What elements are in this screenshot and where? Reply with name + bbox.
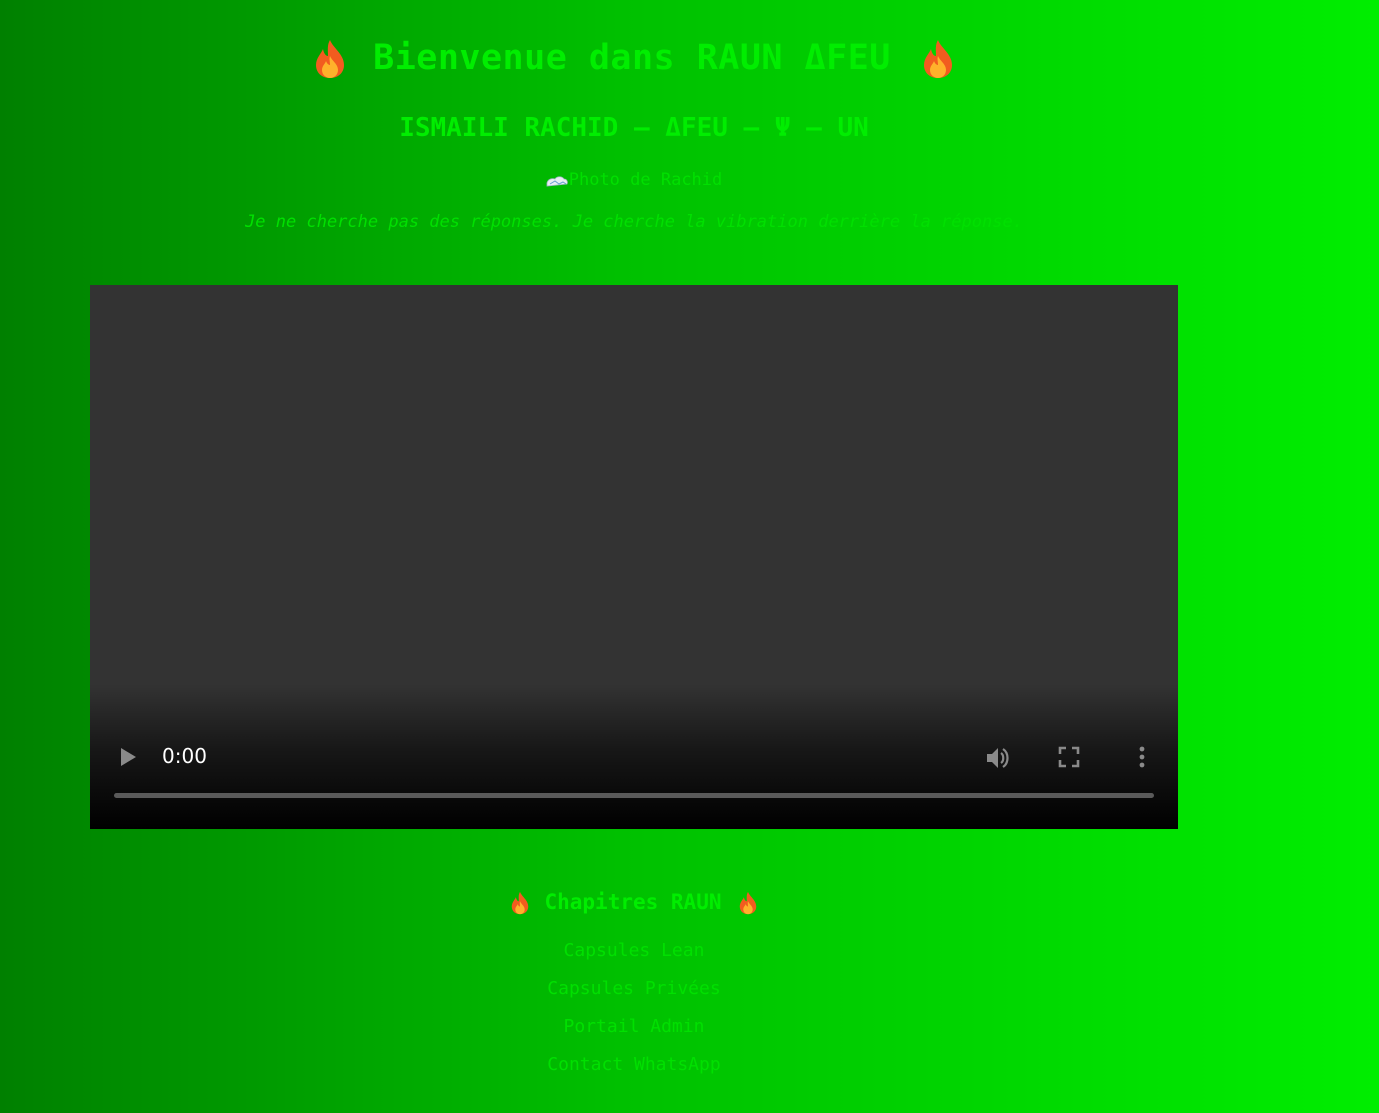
video-player[interactable]: 0:00 [90,285,1178,829]
link-capsules-privees[interactable]: Capsules Privées [0,978,1268,1016]
video-controls-shade [90,684,1178,829]
video-progress-bar[interactable] [114,793,1154,798]
volume-icon[interactable] [985,745,1011,771]
video-time: 0:00 [162,744,207,768]
chapters-heading-text: Chapitres RAUN [544,890,722,914]
fire-icon [921,39,955,79]
play-icon[interactable] [118,747,138,767]
photo-alt-text: Photo de Rachid [568,170,723,190]
profile-photo: Photo de Rachid [0,170,1268,190]
link-contact-whatsapp[interactable]: Contact WhatsApp [0,1054,1268,1092]
page-title: Bienvenue dans RAUN ΔFEU [0,38,1268,79]
fire-icon [510,891,530,915]
chapters-nav: Capsules Lean Capsules Privées Portail A… [0,940,1268,1092]
page-title-text: Bienvenue dans RAUN ΔFEU [373,38,891,78]
link-capsules-lean[interactable]: Capsules Lean [0,940,1268,978]
subtitle: ISMAILI RACHID – ΔFEU – Ψ – UN [399,113,869,143]
fire-icon [313,39,347,79]
fire-icon [738,891,758,915]
more-vert-icon[interactable] [1134,746,1150,768]
quote: Je ne cherche pas des réponses. Je cherc… [245,212,1023,232]
broken-image-icon [546,173,568,187]
chapters-heading: Chapitres RAUN [0,890,1268,915]
fullscreen-icon[interactable] [1058,746,1080,768]
link-portail-admin[interactable]: Portail Admin [0,1016,1268,1054]
